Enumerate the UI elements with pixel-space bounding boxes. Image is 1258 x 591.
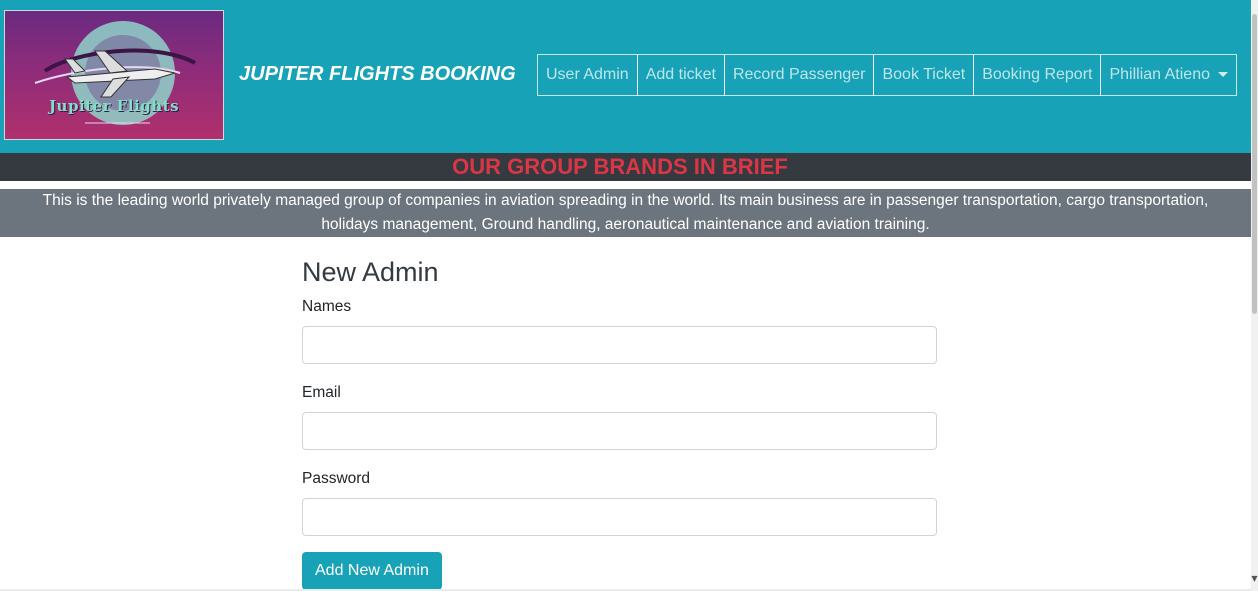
jupiter-flights-logo[interactable]: Jupiter Flights	[4, 10, 224, 140]
airplane-logo-icon	[34, 21, 196, 125]
nav-user-admin[interactable]: User Admin	[537, 54, 638, 96]
form-title: New Admin	[302, 257, 439, 287]
brief-title: OUR GROUP BRANDS IN BRIEF	[452, 154, 788, 179]
divider	[0, 181, 1251, 189]
password-input[interactable]	[302, 498, 937, 536]
email-input[interactable]	[302, 412, 937, 450]
vertical-scrollbar[interactable]: ▼	[1251, 0, 1258, 591]
scrollbar-thumb[interactable]	[1252, 14, 1257, 314]
user-menu-dropdown[interactable]: Phillian Atieno	[1100, 54, 1237, 96]
top-header: Jupiter Flights JUPITER FLIGHTS BOOKING …	[0, 0, 1251, 153]
logo-text: Jupiter Flights	[48, 97, 180, 115]
names-label: Names	[302, 298, 352, 315]
brand-title[interactable]: JUPITER FLIGHTS BOOKING	[239, 63, 516, 86]
brief-description: This is the leading world privately mana…	[0, 189, 1251, 237]
new-admin-form: New Admin Names Email Password Add New A…	[302, 252, 937, 590]
email-label: Email	[302, 384, 341, 401]
password-label: Password	[302, 470, 371, 487]
add-new-admin-button[interactable]: Add New Admin	[302, 552, 442, 590]
main-nav: User Admin Add ticket Record Passenger B…	[537, 54, 1237, 96]
caret-down-icon	[1218, 71, 1228, 77]
nav-booking-report[interactable]: Booking Report	[973, 54, 1102, 96]
names-input[interactable]	[302, 326, 937, 364]
nav-book-ticket[interactable]: Book Ticket	[873, 54, 975, 96]
scroll-down-icon[interactable]: ▼	[1251, 574, 1258, 583]
user-menu-label: Phillian Atieno	[1109, 66, 1210, 83]
nav-add-ticket[interactable]: Add ticket	[636, 54, 725, 96]
nav-record-passenger[interactable]: Record Passenger	[723, 54, 875, 96]
